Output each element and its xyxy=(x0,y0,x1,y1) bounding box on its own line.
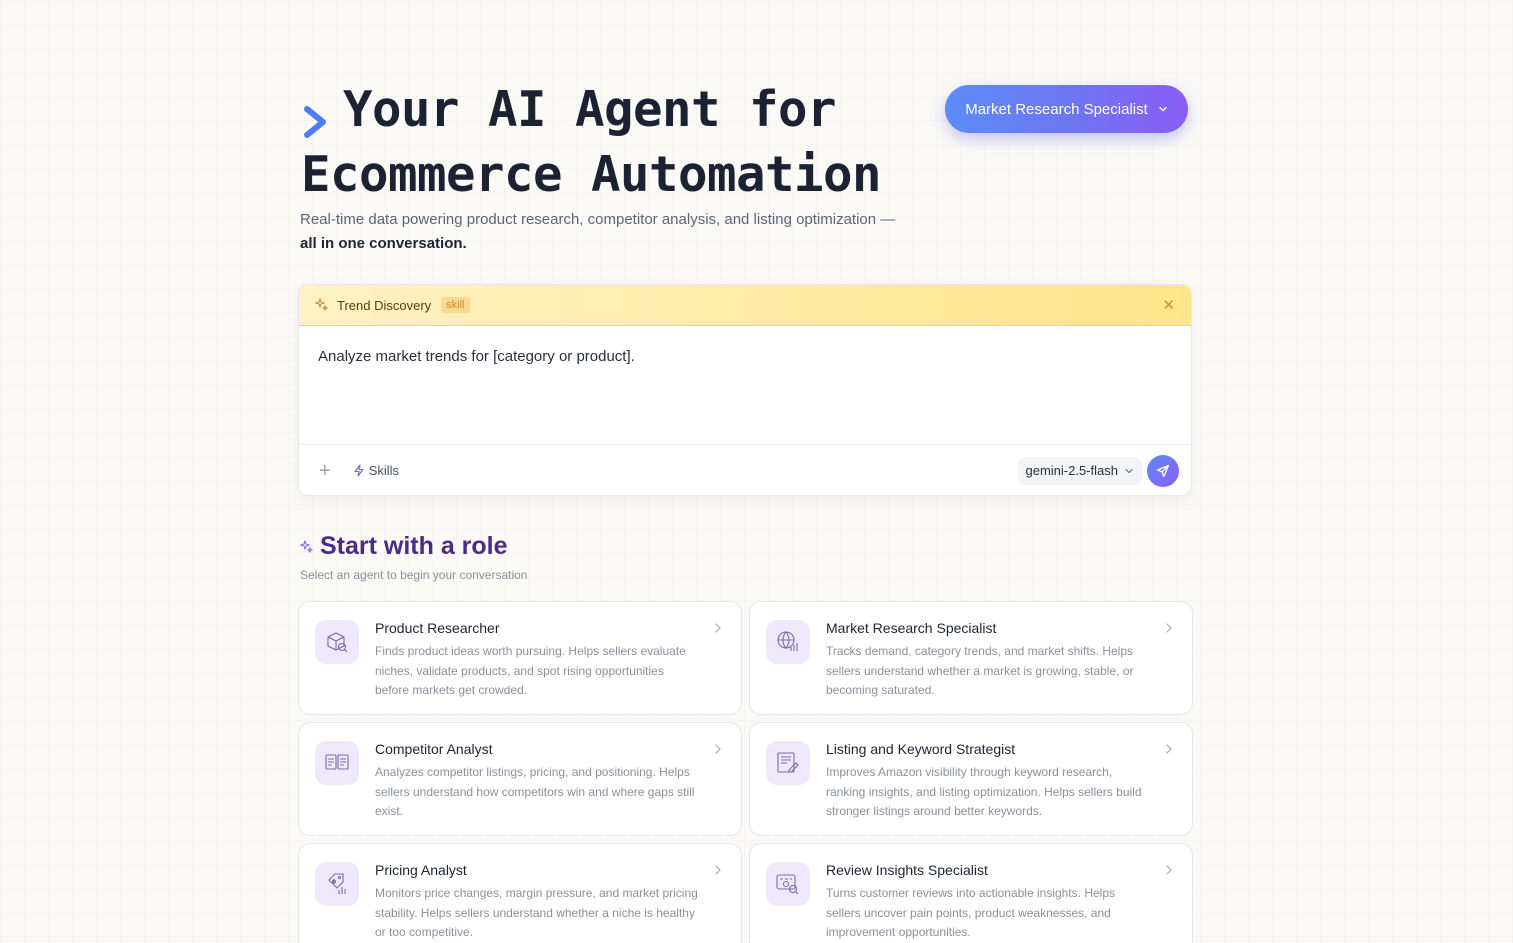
skill-name: Trend Discovery xyxy=(337,297,432,313)
role-card-market-research-specialist[interactable]: Market Research Specialist Tracks demand… xyxy=(749,601,1193,715)
chevron-right-icon xyxy=(715,865,721,875)
model-name: gemini-2.5-flash xyxy=(1025,463,1119,478)
roles-title: Start with a role xyxy=(320,532,508,560)
sparkle-icon xyxy=(300,539,314,553)
role-card-listing-keyword-strategist[interactable]: Listing and Keyword Strategist Improves … xyxy=(749,722,1193,836)
role-card-desc: Turns customer reviews into actionable i… xyxy=(826,886,1116,939)
role-card-desc: Monitors price changes, margin pressure,… xyxy=(375,886,698,939)
sparkle-icon xyxy=(315,298,329,312)
role-card-title: Competitor Analyst xyxy=(375,741,493,757)
send-button[interactable] xyxy=(1147,454,1179,487)
composer-toolbar: + Skills gemini-2.5-flash xyxy=(299,444,1191,495)
package-search-icon xyxy=(315,620,359,664)
skills-button[interactable]: Skills xyxy=(353,463,399,478)
review-search-icon xyxy=(766,862,810,906)
globe-chart-icon xyxy=(766,620,810,664)
chevron-right-icon xyxy=(715,744,721,754)
hero-subtitle: Real-time data powering product research… xyxy=(300,208,920,256)
price-tag-icon xyxy=(315,862,359,906)
chevron-right-icon xyxy=(1166,865,1172,875)
chevron-down-icon xyxy=(1159,106,1167,112)
role-card-title: Review Insights Specialist xyxy=(826,862,988,878)
page: Your AI Agent for Ecommerce Automation R… xyxy=(298,0,1193,943)
hero-title: Your AI Agent for Ecommerce Automation xyxy=(301,84,941,201)
chevron-right-icon xyxy=(715,623,721,633)
document-edit-icon xyxy=(766,741,810,785)
compare-cards-icon xyxy=(315,741,359,785)
prompt-input[interactable]: Analyze market trends for [category or p… xyxy=(299,326,1191,444)
chevron-down-icon xyxy=(1125,468,1133,473)
chevron-right-icon xyxy=(1166,744,1172,754)
hero-title-text: Your AI Agent for Ecommerce Automation xyxy=(301,81,882,203)
role-card-product-researcher[interactable]: Product Researcher Finds product ideas w… xyxy=(298,601,742,715)
skills-label: Skills xyxy=(368,463,400,478)
role-card-review-insights-specialist[interactable]: Review Insights Specialist Turns custome… xyxy=(749,843,1193,943)
skill-tag: skill xyxy=(441,297,470,313)
hero-subtitle-text: Real-time data powering product research… xyxy=(300,211,896,228)
hero-subtitle-bold: all in one conversation. xyxy=(300,235,467,252)
chat-composer: Trend Discovery skill ✕ Analyze market t… xyxy=(298,284,1192,496)
role-card-desc: Tracks demand, category trends, and mark… xyxy=(826,644,1134,697)
roles-heading: Start with a role xyxy=(300,532,508,561)
chevron-right-icon xyxy=(1166,623,1172,633)
add-attachment-icon[interactable]: + xyxy=(319,461,331,481)
role-selector-label: Market Research Specialist xyxy=(965,100,1148,118)
lightning-icon xyxy=(354,464,364,477)
roles-subtitle: Select an agent to begin your conversati… xyxy=(300,568,528,582)
role-card-title: Market Research Specialist xyxy=(826,620,997,636)
model-select[interactable]: gemini-2.5-flash xyxy=(1017,456,1142,485)
role-card-competitor-analyst[interactable]: Competitor Analyst Analyzes competitor l… xyxy=(298,722,742,836)
role-card-desc: Analyzes competitor listings, pricing, a… xyxy=(375,765,695,818)
role-card-desc: Finds product ideas worth pursuing. Help… xyxy=(375,644,686,697)
chevron-right-icon xyxy=(301,97,343,149)
active-skill-bar: Trend Discovery skill ✕ xyxy=(299,285,1191,326)
close-icon[interactable]: ✕ xyxy=(1162,296,1175,314)
role-card-title: Listing and Keyword Strategist xyxy=(826,741,1016,757)
role-selector-button[interactable]: Market Research Specialist xyxy=(945,85,1188,133)
send-icon xyxy=(1156,464,1170,477)
role-card-pricing-analyst[interactable]: Pricing Analyst Monitors price changes, … xyxy=(298,843,742,943)
role-card-title: Pricing Analyst xyxy=(375,862,467,878)
role-card-title: Product Researcher xyxy=(375,620,500,636)
role-card-desc: Improves Amazon visibility through keywo… xyxy=(826,765,1142,818)
